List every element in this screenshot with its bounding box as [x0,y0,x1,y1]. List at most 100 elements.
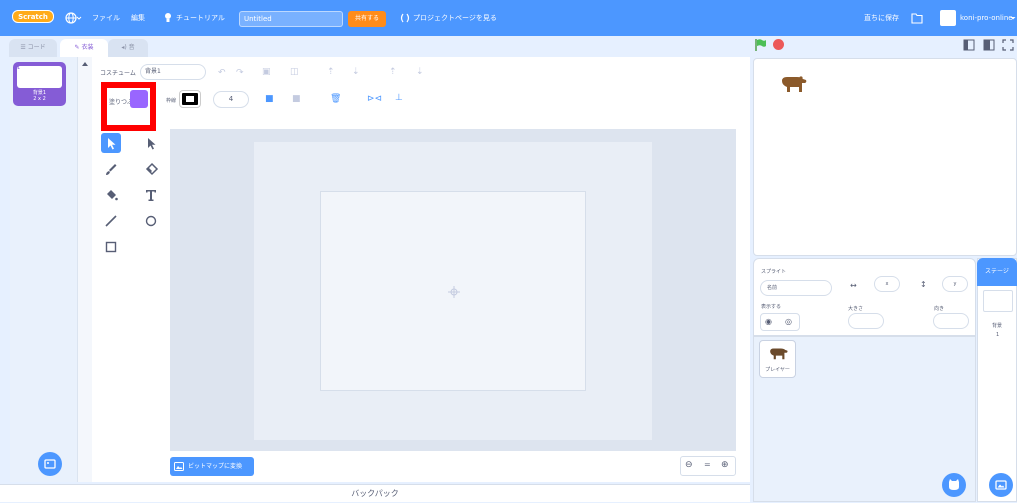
globe-icon[interactable] [64,0,82,36]
reshape-cursor-icon [148,138,156,150]
tab-code[interactable]: ☰ コード [9,39,57,57]
fill-tool[interactable] [101,185,121,205]
size-input[interactable] [848,313,884,329]
convert-to-bitmap-button[interactable]: ビットマップに変換 [170,457,254,476]
rectangle-icon [105,241,117,253]
menu-tutorials[interactable]: チュートリアル [176,0,225,36]
x-arrows-icon: ↔ [850,281,857,290]
save-now-button[interactable]: 直ちに保存 [864,0,899,36]
zoom-in-icon[interactable]: ⊕ [721,460,729,470]
brush-tool[interactable] [101,159,121,179]
costume-name: 背景1 [32,90,47,96]
stage-canvas[interactable] [753,58,1017,256]
costume-name-label: コスチューム [100,70,136,77]
highlight-annotation-box [101,82,156,131]
copy-icon[interactable]: ■ [265,94,274,104]
y-position-input[interactable]: y [942,276,968,292]
outline-label: 枠線 [166,98,177,104]
costume-size: 2 x 2 [33,96,46,102]
line-icon [105,215,117,227]
stop-icon[interactable] [773,39,784,50]
speaker-icon: ◂) [121,44,129,51]
choose-sprite-button[interactable] [942,473,966,497]
circle-tool[interactable] [141,211,161,231]
see-project-page-link[interactable]: プロジェクトページを見る [413,0,497,36]
crosshair-center-icon [448,286,460,298]
zoom-controls: ⊖ = ⊕ [680,456,736,476]
backdrops-label: 背景 [992,323,1003,329]
front-icon[interactable]: ⇡ [389,67,397,77]
reshape-tool[interactable] [141,133,161,153]
bear-thumbnail-icon [770,348,788,360]
paste-icon[interactable]: ■ [292,94,301,104]
back-icon[interactable]: ⇣ [416,67,424,77]
costume-name-input[interactable]: 背景1 [140,64,206,80]
backward-icon[interactable]: ⇣ [352,67,360,77]
outline-color-swatch[interactable] [179,90,201,108]
bear-sprite-icon [782,76,807,92]
scratch-logo[interactable]: Scratch [12,10,54,23]
stage-tab-header[interactable]: ステージ [977,258,1017,286]
eraser-icon [145,162,159,176]
flip-horizontal-icon[interactable]: ⊳⊲ [367,94,382,104]
stage-thumbnail[interactable] [983,290,1013,312]
line-tool[interactable] [101,211,121,231]
eraser-tool[interactable] [141,159,161,179]
menu-edit[interactable]: 編集 [131,0,145,36]
direction-label: 向き [934,306,945,312]
rectangle-tool[interactable] [101,237,121,257]
undo-icon[interactable]: ↶ [218,68,226,78]
chevron-down-icon[interactable] [1010,0,1016,36]
lightbulb-icon[interactable] [163,0,173,36]
costume-list-scrollbar[interactable] [78,57,92,482]
direction-input[interactable] [933,313,969,329]
costume-index: 1 [17,65,21,71]
text-tool[interactable] [141,185,161,205]
username-menu[interactable]: koni-pro-online [960,0,1013,36]
arrow-cursor-icon [108,138,116,150]
show-eye-icon[interactable]: ◉ [765,317,772,326]
delete-trash-icon[interactable]: 🗑 [330,94,341,104]
large-stage-icon[interactable] [983,39,995,51]
sprite-name-input[interactable]: 名前 [760,280,832,296]
tab-sounds[interactable]: ◂) 音 [108,39,148,57]
fullscreen-icon[interactable] [1002,39,1014,51]
tab-costumes[interactable]: ✎ 衣装 [60,39,108,57]
user-avatar[interactable] [940,10,956,26]
zoom-reset-button[interactable]: = [704,460,711,469]
size-label: 大きさ [848,306,864,312]
share-button[interactable]: 共有する [348,11,386,27]
backpack-bar[interactable]: バックパック [0,484,750,502]
stroke-width-input[interactable]: 4 [213,91,249,108]
sprite-tile[interactable]: プレイヤー [759,340,796,378]
green-flag-icon[interactable] [754,38,768,52]
sprite-info-panel: スプライト 名前 ↔ x ↕ y 表示する ◉ ◎ 大きさ 向き [753,258,976,336]
project-title-input[interactable] [239,11,343,27]
paint-canvas[interactable] [320,191,586,391]
backdrop-image-icon [995,480,1007,490]
add-costume-icon [44,459,56,469]
sprite-tile-name: プレイヤー [765,367,790,373]
forward-icon[interactable]: ⇡ [327,67,335,77]
image-icon [174,462,184,471]
choose-costume-button[interactable] [38,452,62,476]
flip-vertical-icon[interactable]: ⊥ [395,93,403,103]
hide-eye-icon[interactable]: ◎ [785,317,792,326]
costume-list [10,57,78,482]
choose-backdrop-button[interactable] [989,473,1013,497]
costume-item[interactable]: 1 背景1 2 x 2 [13,62,66,106]
see-project-page-icon[interactable] [399,0,411,36]
group-icon[interactable]: ▣ [262,67,271,77]
sprite-label: スプライト [761,269,787,275]
backdrops-count: 1 [996,332,1000,338]
menu-bar: Scratch ファイル 編集 チュートリアル 共有する プロジェクトページを見… [0,0,1017,36]
zoom-out-icon[interactable]: ⊖ [685,460,693,470]
x-position-input[interactable]: x [874,276,900,292]
menu-file[interactable]: ファイル [92,0,120,36]
ungroup-icon[interactable]: ◫ [290,67,299,77]
redo-icon[interactable]: ↷ [236,68,244,78]
my-stuff-folder-icon[interactable] [910,0,924,36]
costume-thumbnail [17,66,62,88]
small-stage-icon[interactable] [963,39,975,51]
select-tool[interactable] [101,133,121,153]
